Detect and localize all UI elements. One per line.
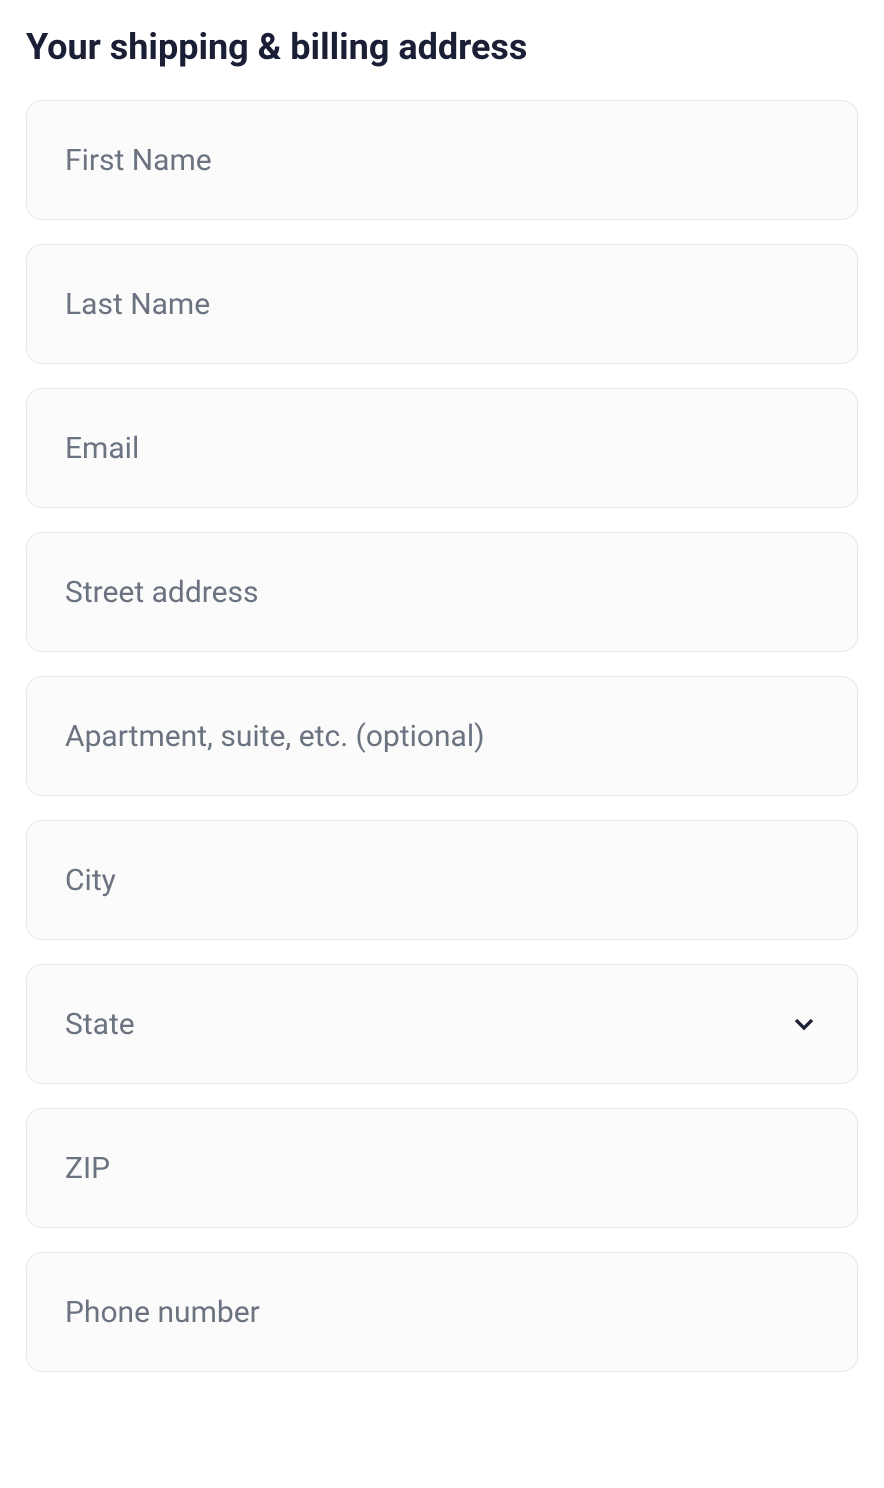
- street-address-field[interactable]: [26, 532, 858, 652]
- zip-field-wrapper: [26, 1108, 858, 1228]
- phone-field-wrapper: [26, 1252, 858, 1372]
- city-field-wrapper: [26, 820, 858, 940]
- last-name-field-wrapper: [26, 244, 858, 364]
- last-name-field[interactable]: [26, 244, 858, 364]
- state-field-wrapper: State: [26, 964, 858, 1084]
- address-form: State: [26, 100, 858, 1372]
- state-select[interactable]: State: [26, 964, 858, 1084]
- street-address-field-wrapper: [26, 532, 858, 652]
- email-field-wrapper: [26, 388, 858, 508]
- zip-field[interactable]: [26, 1108, 858, 1228]
- first-name-field-wrapper: [26, 100, 858, 220]
- form-heading: Your shipping & billing address: [26, 26, 858, 68]
- phone-field[interactable]: [26, 1252, 858, 1372]
- city-field[interactable]: [26, 820, 858, 940]
- email-field[interactable]: [26, 388, 858, 508]
- first-name-field[interactable]: [26, 100, 858, 220]
- apartment-field-wrapper: [26, 676, 858, 796]
- apartment-field[interactable]: [26, 676, 858, 796]
